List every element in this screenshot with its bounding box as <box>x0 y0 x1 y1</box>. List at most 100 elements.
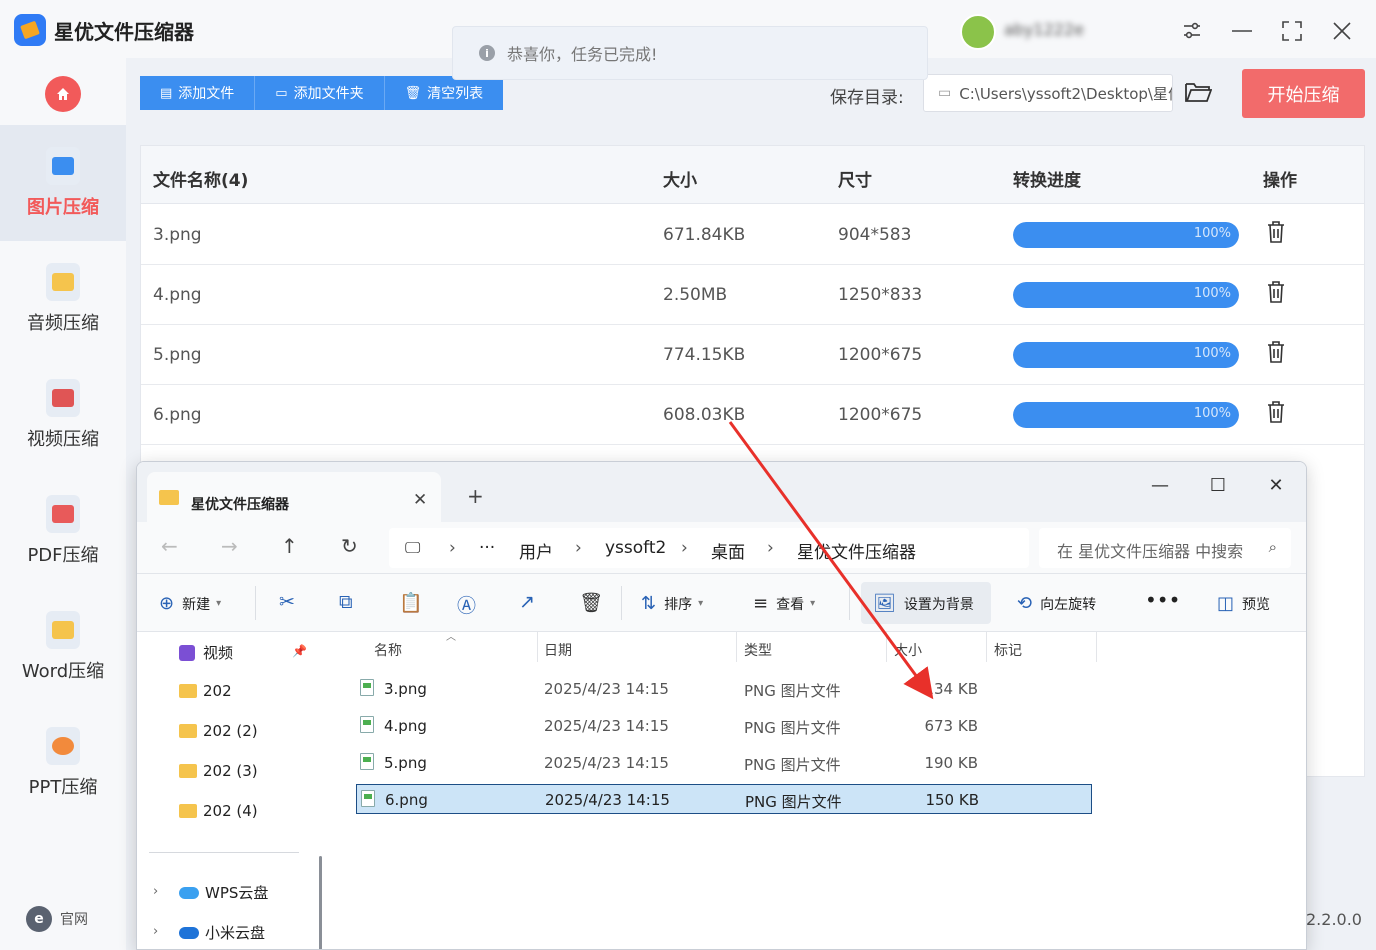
table-row[interactable]: 3.png 671.84KB 904*583 100% <box>141 205 1364 265</box>
delete-row-icon[interactable] <box>1267 341 1285 363</box>
more-options-icon[interactable]: ••• <box>1145 588 1180 612</box>
file-row[interactable]: 3.png 2025/4/23 14:15 PNG 图片文件 134 KB <box>356 674 1092 704</box>
nav-scrollbar[interactable] <box>319 856 322 949</box>
add-folder-button[interactable]: ▭ 添加文件夹 <box>255 76 385 110</box>
share-icon[interactable]: ↗ <box>519 591 535 613</box>
cut-icon[interactable]: ✂ <box>279 591 295 613</box>
search-input[interactable]: 在 星优文件压缩器 中搜索 ⌕ <box>1039 528 1291 568</box>
col-tag-header[interactable]: 标记 <box>994 640 1022 660</box>
paste-icon[interactable]: 📋 <box>399 591 423 614</box>
breadcrumb-item[interactable]: 星优文件压缩器 <box>797 538 916 563</box>
col-dims-header[interactable]: 尺寸 <box>838 166 872 191</box>
sidebar-item-video[interactable]: 视频压缩 <box>0 357 126 473</box>
sidebar-item-ppt[interactable]: PPT压缩 <box>0 705 126 821</box>
maximize-icon[interactable]: ☐ <box>1198 470 1238 500</box>
sidebar-item-audio[interactable]: 音频压缩 <box>0 241 126 357</box>
sort-button[interactable]: ⇅ 排序 ▾ <box>641 593 703 614</box>
start-compress-button[interactable]: 开始压缩 <box>1242 69 1365 118</box>
progress-bar: 100% <box>1013 402 1239 428</box>
add-file-button[interactable]: ▤ 添加文件 <box>140 76 256 110</box>
delete-row-icon[interactable] <box>1267 221 1285 243</box>
file-row[interactable]: 5.png 2025/4/23 14:15 PNG 图片文件 190 KB <box>356 748 1092 778</box>
file-type: PNG 图片文件 <box>744 756 841 774</box>
settings-icon[interactable] <box>1175 14 1209 48</box>
sidebar: 图片压缩 音频压缩 视频压缩 PDF压缩 Word压缩 PPT压缩 <box>0 58 126 950</box>
more-icon[interactable]: ··· <box>479 538 495 558</box>
col-name-header[interactable]: 文件名称(4) <box>153 166 248 191</box>
refresh-icon[interactable]: ↻ <box>341 534 358 558</box>
table-row[interactable]: 6.png 608.03KB 1200*675 100% <box>141 385 1364 445</box>
rotate-left-button[interactable]: ⟲ 向左旋转 <box>1017 593 1096 614</box>
file-icon: ▤ <box>160 85 173 101</box>
minimize-icon[interactable]: — <box>1140 470 1180 500</box>
table-row[interactable]: 5.png 774.15KB 1200*675 100% <box>141 325 1364 385</box>
view-button[interactable]: ≡ 查看 ▾ <box>753 593 815 614</box>
address-input[interactable]: 🖵 › ··· 用户 › yssoft2 › 桌面 › 星优文件压缩器 <box>389 528 1029 568</box>
up-icon[interactable]: ↑ <box>281 534 298 558</box>
progress-bar: 100% <box>1013 342 1239 368</box>
nav-item-wps-cloud[interactable]: WPS云盘 <box>179 882 268 903</box>
nav-item-mi-cloud[interactable]: 小米云盘 <box>179 922 265 943</box>
close-icon[interactable]: ✕ <box>1256 470 1296 500</box>
col-size-header[interactable]: 大小 <box>894 640 922 660</box>
file-row[interactable]: 4.png 2025/4/23 14:15 PNG 图片文件 673 KB <box>356 711 1092 741</box>
copy-icon[interactable]: ⧉ <box>339 591 353 613</box>
forward-icon[interactable]: → <box>221 534 238 558</box>
official-site-link[interactable]: e 官网 <box>26 906 88 932</box>
chevron-right-icon: › <box>575 538 582 558</box>
column-separator[interactable] <box>736 632 737 662</box>
file-dims: 1200*675 <box>838 345 923 365</box>
breadcrumb-item[interactable]: yssoft2 <box>605 538 666 558</box>
col-date-header[interactable]: 日期 <box>544 640 572 660</box>
column-separator[interactable] <box>537 632 538 662</box>
delete-icon[interactable]: 🗑 <box>579 591 603 614</box>
minimize-icon[interactable] <box>1225 14 1259 48</box>
explorer-tab[interactable]: 星优文件压缩器 ✕ <box>147 472 441 522</box>
column-separator[interactable] <box>1096 632 1097 662</box>
app-logo-icon <box>14 14 46 46</box>
column-separator[interactable] <box>886 632 887 662</box>
col-name-header[interactable]: 名称 <box>374 640 402 660</box>
nav-item-folder[interactable]: 202 <box>179 682 232 700</box>
breadcrumb-item[interactable]: 用户 <box>519 538 553 563</box>
delete-row-icon[interactable] <box>1267 281 1285 303</box>
tab-close-icon[interactable]: ✕ <box>413 490 427 510</box>
progress-fill: 100% <box>1013 222 1239 248</box>
sidebar-item-word[interactable]: Word压缩 <box>0 589 126 705</box>
breadcrumb-item[interactable]: 桌面 <box>711 538 745 563</box>
preview-button[interactable]: ◫ 预览 <box>1217 593 1270 614</box>
home-button[interactable] <box>45 76 81 112</box>
clear-list-button[interactable]: 🗑 清空列表 <box>384 76 504 110</box>
table-row[interactable]: 4.png 2.50MB 1250*833 100% <box>141 265 1364 325</box>
sidebar-item-image[interactable]: 图片压缩 <box>0 125 126 241</box>
save-path-input[interactable]: ▭ C:\Users\yssoft2\Desktop\星优文件压缩器 <box>923 74 1173 112</box>
toast-message: 恭喜你，任务已完成! <box>507 45 658 64</box>
file-name: 4.png <box>153 285 202 305</box>
file-row-selected[interactable]: 6.png 2025/4/23 14:15 PNG 图片文件 150 KB <box>356 784 1092 814</box>
column-separator[interactable] <box>986 632 987 662</box>
new-tab-icon[interactable]: + <box>467 484 484 508</box>
chevron-right-icon[interactable]: › <box>153 884 158 899</box>
file-size: 673 KB <box>924 717 978 735</box>
user-avatar[interactable] <box>960 14 996 50</box>
maximize-icon[interactable] <box>1275 14 1309 48</box>
nav-item-folder[interactable]: 202 (3) <box>179 762 258 780</box>
nav-item-folder[interactable]: 202 (4) <box>179 802 258 820</box>
rename-icon[interactable]: Ⓐ <box>457 591 476 618</box>
delete-row-icon[interactable] <box>1267 401 1285 423</box>
new-button[interactable]: ⊕ 新建 ▾ <box>159 593 221 614</box>
nav-item-videos[interactable]: 视频 <box>179 642 233 663</box>
col-ops-header: 操作 <box>1263 171 1297 191</box>
col-size-header[interactable]: 大小 <box>663 166 697 191</box>
col-type-header[interactable]: 类型 <box>744 640 772 660</box>
chevron-right-icon[interactable]: › <box>153 924 158 939</box>
pin-icon[interactable]: 📌 <box>292 644 307 658</box>
nav-item-folder[interactable]: 202 (2) <box>179 722 258 740</box>
set-background-button[interactable]: 🖼 设置为背景 <box>873 593 974 614</box>
open-folder-icon[interactable] <box>1184 80 1213 106</box>
sidebar-item-pdf[interactable]: PDF压缩 <box>0 473 126 589</box>
preview-label: 预览 <box>1242 596 1271 613</box>
back-icon[interactable]: ← <box>161 534 178 558</box>
col-progress-header: 转换进度 <box>1013 171 1081 191</box>
close-icon[interactable] <box>1325 14 1359 48</box>
